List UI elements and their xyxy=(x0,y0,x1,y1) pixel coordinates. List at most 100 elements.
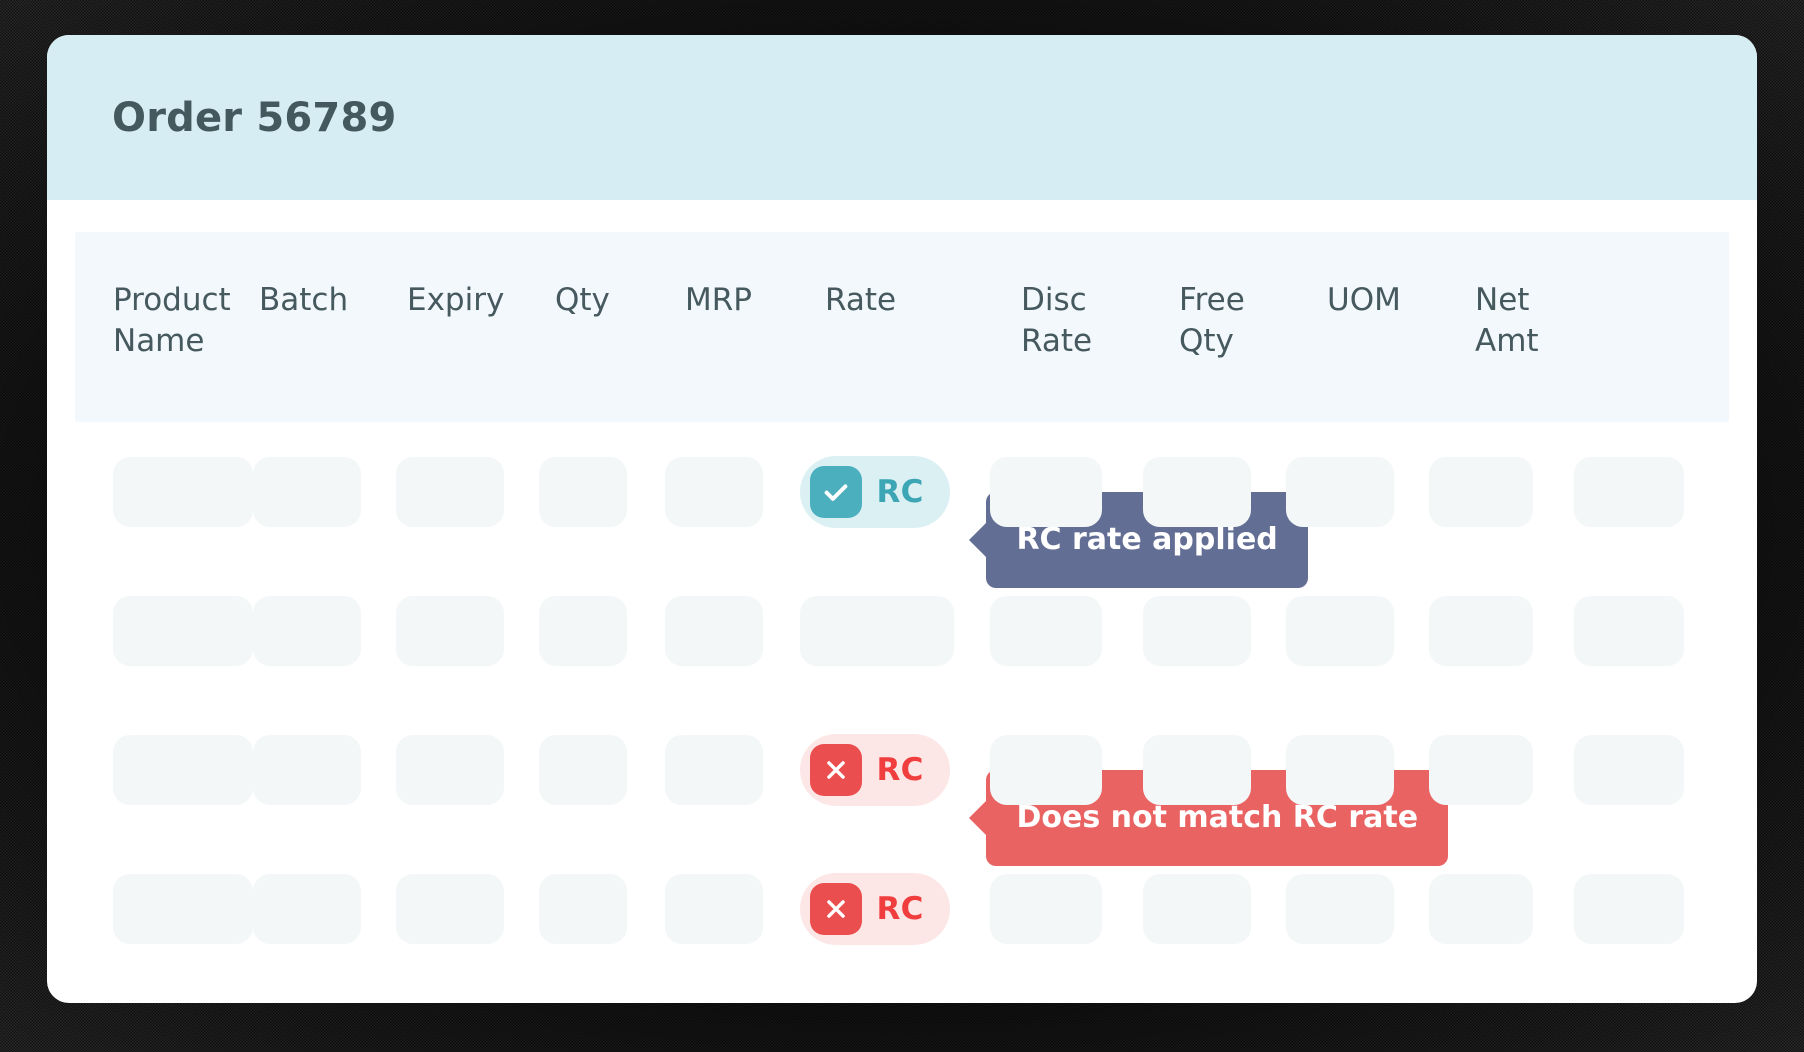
cell-product-name xyxy=(75,595,253,666)
cell-batch xyxy=(253,734,396,805)
cell-disc-rate xyxy=(990,734,1143,805)
cell-extra xyxy=(1574,456,1729,527)
skeleton-placeholder xyxy=(1142,734,1251,805)
column-header-product-name: Product Name xyxy=(113,282,231,359)
tooltip-text: Does not match RC rate xyxy=(1016,800,1419,835)
table-row[interactable] xyxy=(75,561,1729,700)
rc-status-badge-error[interactable]: RC xyxy=(800,733,950,806)
column-header-free-qty: Free Qty xyxy=(1179,282,1245,359)
skeleton-placeholder xyxy=(665,734,764,805)
cell-mrp xyxy=(665,734,800,805)
cell-expiry xyxy=(396,595,539,666)
cell-free-qty xyxy=(1142,595,1286,666)
skeleton-placeholder xyxy=(253,595,361,666)
column-header-disc-rate: Disc Rate xyxy=(1021,282,1093,359)
cell-expiry xyxy=(396,734,539,805)
cell-batch xyxy=(253,595,396,666)
rc-badge-label: RC xyxy=(876,751,924,788)
cell-product-name xyxy=(75,456,253,527)
skeleton-placeholder xyxy=(1574,734,1685,805)
cell-uom xyxy=(1286,873,1429,944)
skeleton-placeholder xyxy=(253,873,361,944)
cell-extra xyxy=(1574,873,1729,944)
skeleton-placeholder xyxy=(1142,456,1251,527)
card-header: Order 56789 xyxy=(47,35,1757,200)
skeleton-placeholder xyxy=(800,595,955,666)
skeleton-placeholder xyxy=(396,873,505,944)
cell-disc-rate xyxy=(990,873,1143,944)
column-header-net-amt: Net Amt xyxy=(1475,282,1539,359)
skeleton-placeholder xyxy=(539,873,628,944)
skeleton-placeholder xyxy=(990,456,1103,527)
skeleton-placeholder xyxy=(990,873,1103,944)
skeleton-placeholder xyxy=(665,873,764,944)
cell-mrp xyxy=(665,456,800,527)
cell-expiry xyxy=(396,456,539,527)
cell-mrp xyxy=(665,595,800,666)
skeleton-placeholder xyxy=(990,734,1103,805)
order-card: Order 56789 Product Name Batch Expiry Qt… xyxy=(47,35,1757,1003)
cell-disc-rate xyxy=(990,456,1143,527)
cell-uom xyxy=(1286,734,1429,805)
cell-rate: RC RC rate applied xyxy=(800,455,1308,588)
column-header-rate: Rate xyxy=(825,282,897,318)
rc-status-badge-error[interactable]: RC xyxy=(800,872,950,945)
table-body: RC RC rate applied RC Does not match RC … xyxy=(75,422,1729,978)
skeleton-placeholder xyxy=(1574,595,1685,666)
skeleton-placeholder xyxy=(1429,595,1534,666)
skeleton-placeholder xyxy=(1429,873,1534,944)
tooltip-text: RC rate applied xyxy=(1016,522,1278,557)
skeleton-placeholder xyxy=(990,595,1103,666)
column-header-batch: Batch xyxy=(259,282,349,318)
cell-mrp xyxy=(665,873,800,944)
cell-uom xyxy=(1286,595,1429,666)
table-row[interactable]: RC xyxy=(75,839,1729,978)
cell-extra xyxy=(1574,734,1729,805)
cell-extra xyxy=(1574,595,1729,666)
skeleton-placeholder xyxy=(1574,456,1685,527)
cell-rate: RC Does not match RC rate xyxy=(800,733,1449,866)
cell-rate: RC xyxy=(800,872,990,945)
table-row[interactable]: RC Does not match RC rate xyxy=(75,700,1729,866)
skeleton-placeholder xyxy=(253,734,361,805)
skeleton-placeholder xyxy=(539,595,628,666)
skeleton-placeholder xyxy=(1142,595,1251,666)
skeleton-placeholder xyxy=(1142,873,1251,944)
cell-net-amt xyxy=(1429,734,1574,805)
skeleton-placeholder xyxy=(1286,456,1395,527)
cell-qty xyxy=(539,873,665,944)
check-icon xyxy=(810,465,863,518)
skeleton-placeholder xyxy=(539,734,628,805)
skeleton-placeholder xyxy=(396,456,505,527)
column-header-mrp: MRP xyxy=(685,282,752,318)
column-header-uom: UOM xyxy=(1327,282,1401,318)
skeleton-placeholder xyxy=(1286,873,1395,944)
close-icon xyxy=(810,743,863,796)
skeleton-placeholder xyxy=(113,456,253,527)
skeleton-placeholder xyxy=(1574,873,1685,944)
rc-badge-label: RC xyxy=(876,890,924,927)
cell-free-qty xyxy=(1142,456,1286,527)
cell-rate xyxy=(800,595,990,666)
cell-net-amt xyxy=(1429,873,1574,944)
column-header-qty: Qty xyxy=(555,282,610,318)
cell-qty xyxy=(539,595,665,666)
rc-status-badge-ok[interactable]: RC xyxy=(800,455,950,528)
skeleton-placeholder xyxy=(396,734,505,805)
skeleton-placeholder xyxy=(539,456,628,527)
page-title: Order 56789 xyxy=(112,94,397,141)
skeleton-placeholder xyxy=(1429,734,1534,805)
column-header-expiry: Expiry xyxy=(407,282,505,318)
skeleton-placeholder xyxy=(665,456,764,527)
rc-badge-label: RC xyxy=(876,473,924,510)
cell-net-amt xyxy=(1429,595,1574,666)
table-header-row: Product Name Batch Expiry Qty MRP Rate D… xyxy=(75,232,1729,422)
cell-batch xyxy=(253,873,396,944)
skeleton-placeholder xyxy=(113,595,253,666)
skeleton-placeholder xyxy=(1286,595,1395,666)
cell-product-name xyxy=(75,873,253,944)
cell-qty xyxy=(539,456,665,527)
cell-free-qty xyxy=(1142,873,1286,944)
table-row[interactable]: RC RC rate applied xyxy=(75,422,1729,588)
cell-net-amt xyxy=(1429,456,1574,527)
